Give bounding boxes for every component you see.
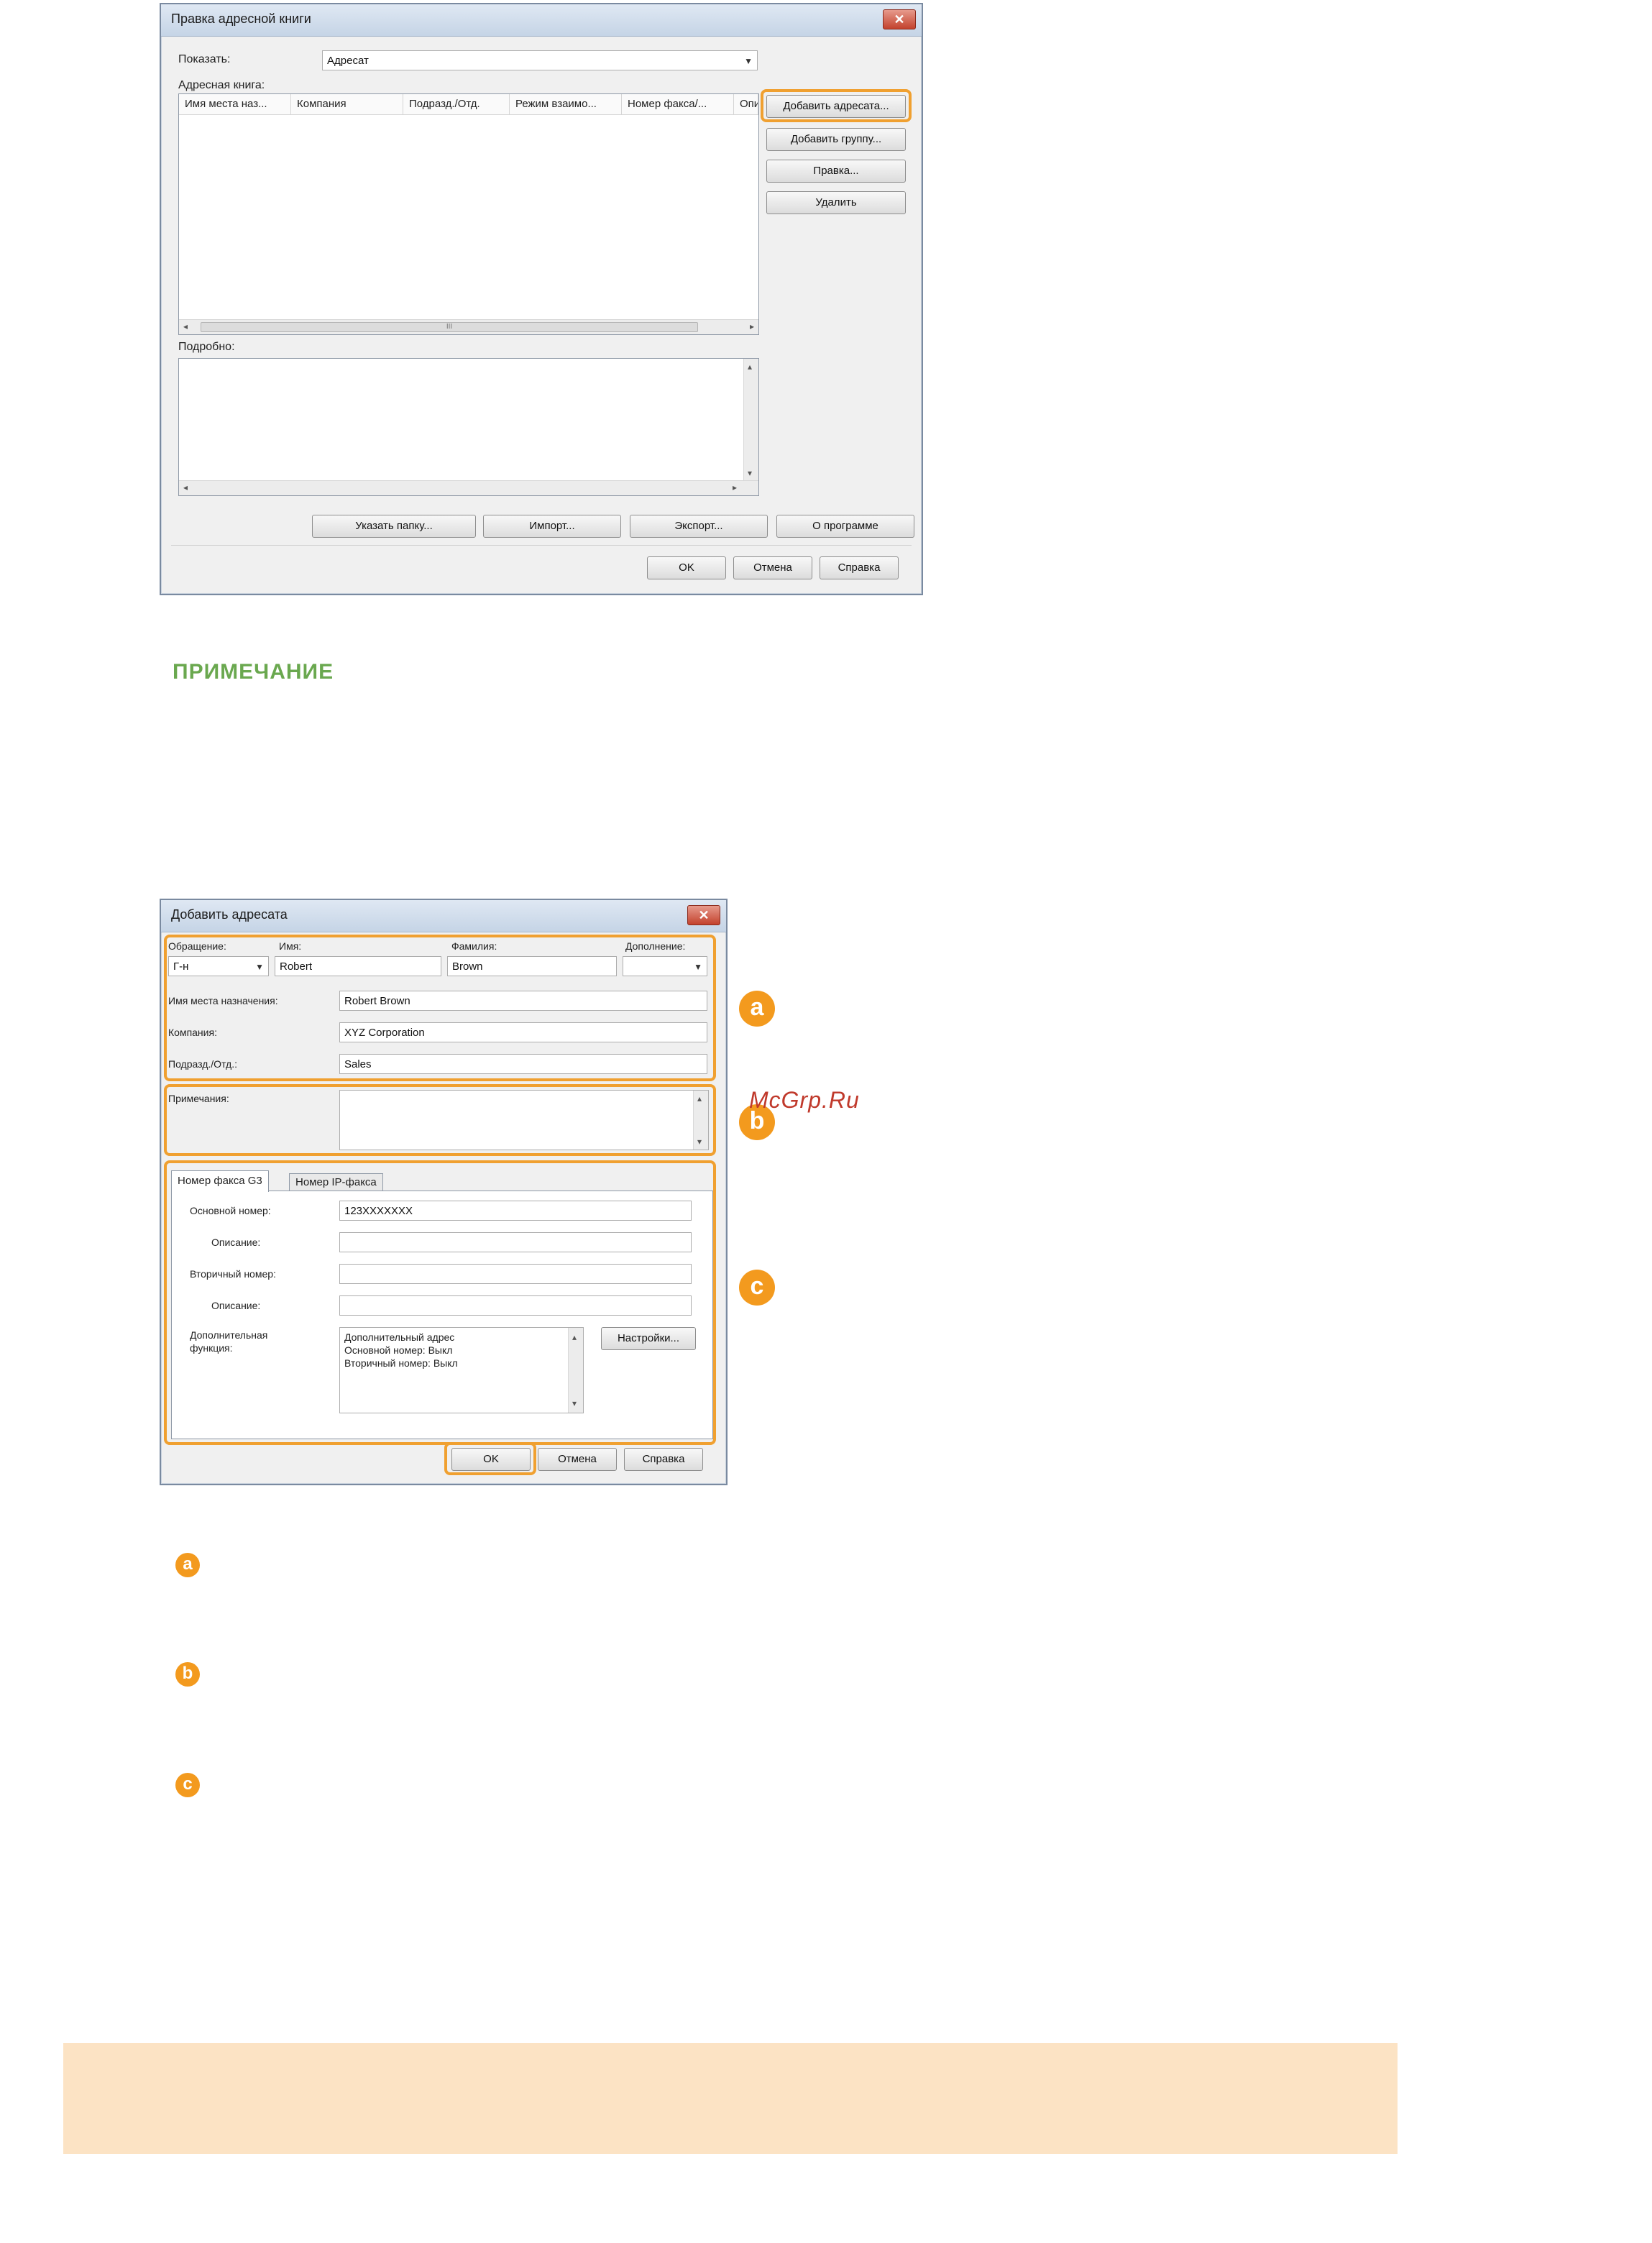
callout-a: a [739,991,775,1027]
help-button[interactable]: Справка [820,556,899,579]
column-header[interactable]: Компания [291,94,403,114]
horizontal-scrollbar[interactable]: ◂ III ▸ [179,319,758,334]
addressbook-label: Адресная книга: [178,79,265,91]
about-button[interactable]: О программе [776,515,914,538]
details-pane[interactable]: ▴ ▾ ◂ ▸ [178,358,759,496]
scroll-left-icon[interactable]: ◂ [183,482,188,492]
export-button[interactable]: Экспорт... [630,515,768,538]
scroll-left-icon[interactable]: ◂ [183,321,188,331]
scroll-thumb[interactable]: III [201,322,698,332]
watermark: McGrp.Ru [749,1087,860,1113]
help-button[interactable]: Справка [624,1448,703,1471]
scroll-right-icon[interactable]: ▸ [750,321,754,331]
title-bar: Правка адресной книги ✕ [161,4,922,37]
note-heading: ПРИМЕЧАНИЕ [173,660,334,684]
cancel-button[interactable]: Отмена [733,556,812,579]
show-label: Показать: [178,53,231,65]
scroll-down-icon[interactable]: ▾ [748,468,752,478]
title-bar: Добавить адресата ✕ [161,900,726,932]
column-header[interactable]: Номер факса/... [622,94,734,114]
list-callout-a: a [175,1553,200,1577]
column-header[interactable]: Имя места наз... [179,94,291,114]
scroll-grip: III [446,323,453,331]
address-book-dialog: Правка адресной книги ✕ Показать: Адреса… [160,3,923,595]
divider [171,545,912,546]
add-recipient-dialog: Добавить адресата ✕ Обращение: Имя: Фами… [160,899,728,1485]
cancel-button[interactable]: Отмена [538,1448,617,1471]
show-select-value: Адресат [327,55,369,67]
add-recipient-highlight [761,89,912,122]
close-button[interactable]: ✕ [883,9,916,29]
list-callout-b: b [175,1662,200,1687]
callout-c: c [739,1270,775,1306]
column-header[interactable]: Опи [734,94,758,114]
highlight-ok [444,1442,536,1475]
list-callout-c: c [175,1773,200,1797]
specify-folder-button[interactable]: Указать папку... [312,515,476,538]
import-button[interactable]: Импорт... [483,515,621,538]
addressbook-list[interactable]: Имя места наз... Компания Подразд./Отд. … [178,93,759,335]
scroll-right-icon[interactable]: ▸ [733,482,737,492]
list-header: Имя места наз... Компания Подразд./Отд. … [179,94,758,115]
dialog-title: Добавить адресата [171,907,288,922]
details-label: Подробно: [178,341,235,353]
delete-button[interactable]: Удалить [766,191,906,214]
note-band [63,2043,1398,2154]
show-select[interactable]: Адресат ▼ [322,50,758,70]
column-header[interactable]: Подразд./Отд. [403,94,510,114]
edit-button[interactable]: Правка... [766,160,906,183]
horizontal-scrollbar[interactable]: ◂ ▸ [179,480,758,495]
add-group-button[interactable]: Добавить группу... [766,128,906,151]
highlight-c [164,1160,716,1445]
close-button[interactable]: ✕ [687,905,720,925]
chevron-down-icon: ▼ [744,56,753,66]
vertical-scrollbar[interactable]: ▴ ▾ [743,359,758,481]
column-header[interactable]: Режим взаимо... [510,94,622,114]
highlight-b [164,1084,716,1156]
highlight-a [164,935,716,1081]
dialog-title: Правка адресной книги [171,12,311,26]
ok-button[interactable]: OK [647,556,726,579]
scroll-up-icon[interactable]: ▴ [748,362,752,372]
